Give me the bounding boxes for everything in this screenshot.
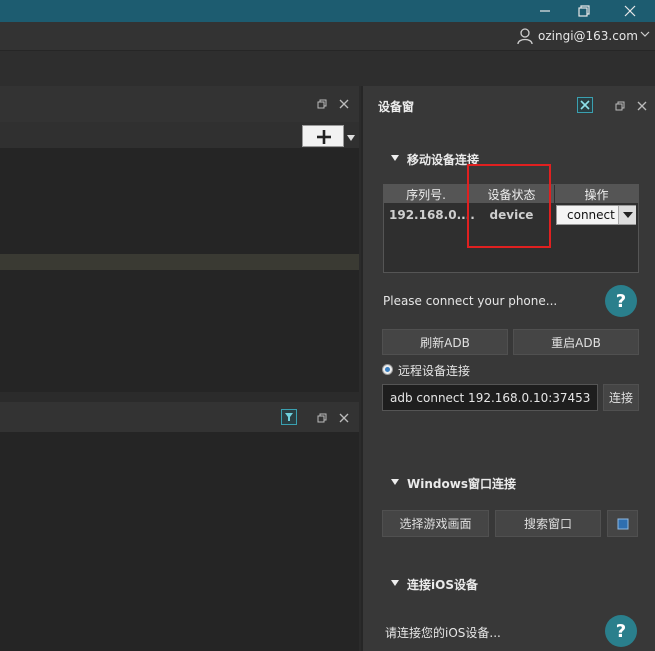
left-bottom-panel-header: [0, 402, 359, 432]
search-window-button[interactable]: 搜索窗口: [495, 510, 601, 537]
panel-splitter[interactable]: [0, 392, 359, 402]
float-icon[interactable]: [615, 100, 625, 114]
restore-icon[interactable]: [569, 0, 599, 22]
connect-hint-text: Please connect your phone...: [383, 294, 558, 308]
float-icon[interactable]: [317, 98, 327, 112]
remote-radio[interactable]: [382, 364, 393, 375]
left-top-panel-subbar: [0, 122, 359, 148]
close-panel-icon[interactable]: [637, 100, 647, 114]
adb-connect-input[interactable]: adb connect 192.168.0.10:37453: [382, 384, 598, 411]
window-picker-icon[interactable]: [607, 510, 638, 537]
dropdown-arrow-icon[interactable]: [346, 131, 356, 145]
restart-adb-button[interactable]: 重启ADB: [513, 329, 639, 355]
device-panel-title: 设备窗: [378, 100, 415, 114]
connect-button[interactable]: 连接: [603, 384, 639, 411]
ios-section-title[interactable]: 连接iOS设备: [407, 576, 478, 593]
left-top-panel-header: [0, 86, 359, 122]
selected-row-highlight: [0, 254, 359, 270]
toolbar: [0, 50, 655, 86]
help-button[interactable]: ?: [605, 285, 637, 317]
close-panel-icon[interactable]: [339, 98, 349, 112]
chevron-down-icon[interactable]: [640, 27, 650, 44]
column-header-serial[interactable]: 序列号.: [384, 185, 468, 203]
chevron-down-icon[interactable]: [618, 206, 636, 224]
adb-connect-value: adb connect 192.168.0.10:37453: [390, 391, 591, 405]
filter-icon[interactable]: [281, 409, 297, 425]
account-bar: ozingi@163.com: [0, 22, 655, 50]
ios-hint-text: 请连接您的iOS设备...: [385, 626, 501, 640]
close-panel-icon[interactable]: [339, 412, 349, 426]
tools-icon[interactable]: [577, 97, 593, 113]
connect-select-value: connect: [567, 208, 615, 222]
table-cell-serial[interactable]: 192.168.0....: [389, 208, 475, 222]
connect-select[interactable]: connect: [556, 205, 636, 225]
remote-section-title[interactable]: 远程设备连接: [398, 362, 470, 379]
close-icon[interactable]: [615, 0, 645, 22]
windows-section-title[interactable]: Windows窗口连接: [407, 475, 516, 492]
left-top-panel-body-lower: [0, 270, 359, 392]
highlight-box: [467, 164, 551, 248]
collapse-triangle-icon[interactable]: [390, 152, 400, 166]
collapse-triangle-icon[interactable]: [390, 476, 400, 490]
select-game-button[interactable]: 选择游戏画面: [382, 510, 489, 537]
device-panel: 设备窗 移动设备连接 序列号. 设备状态 操作 192.168.0.... de…: [361, 86, 655, 651]
help-button[interactable]: ?: [605, 615, 637, 647]
refresh-adb-button[interactable]: 刷新ADB: [382, 329, 508, 355]
column-header-action[interactable]: 操作: [555, 185, 638, 203]
add-button[interactable]: [302, 125, 344, 147]
account-username[interactable]: ozingi@163.com: [538, 29, 638, 43]
left-bottom-panel-body: [0, 432, 359, 651]
title-bar: [0, 0, 655, 22]
left-top-panel-body: [0, 148, 359, 254]
float-icon[interactable]: [317, 412, 327, 426]
collapse-triangle-icon[interactable]: [390, 577, 400, 591]
user-icon[interactable]: [516, 27, 534, 45]
minimize-icon[interactable]: [530, 0, 560, 22]
